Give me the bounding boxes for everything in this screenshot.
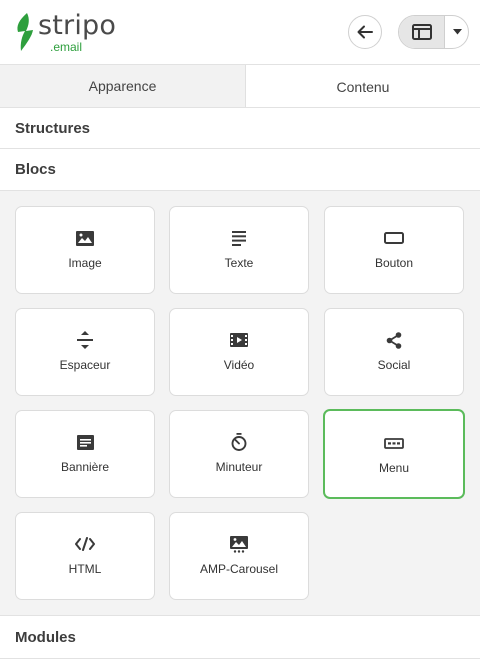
block-image[interactable]: Image — [15, 206, 155, 294]
block-label: Bannière — [60, 460, 110, 474]
block-html[interactable]: HTML — [15, 512, 155, 600]
logo-subtext: .email — [50, 40, 83, 54]
spacer-icon — [77, 331, 93, 349]
block-label: HTML — [68, 562, 102, 576]
block-label: AMP-Carousel — [199, 562, 279, 576]
block-social[interactable]: Social — [324, 308, 464, 396]
block-amp-carousel[interactable]: AMP-Carousel — [169, 512, 309, 600]
back-button[interactable] — [348, 15, 382, 49]
block-menu[interactable]: Menu — [323, 409, 465, 499]
image-icon — [76, 230, 94, 246]
block-texte[interactable]: Texte — [169, 206, 309, 294]
block-espaceur[interactable]: Espaceur — [15, 308, 155, 396]
block-label: Minuteur — [215, 460, 263, 474]
tab-apparence[interactable]: Apparence — [0, 65, 246, 108]
section-blocs[interactable]: Blocs — [0, 149, 480, 191]
section-structures[interactable]: Structures — [0, 107, 480, 149]
block-bouton[interactable]: Bouton — [324, 206, 464, 294]
header: stripo .email — [0, 0, 480, 64]
tab-contenu[interactable]: Contenu — [246, 65, 480, 108]
video-icon — [230, 333, 248, 347]
panel-tabs: Apparence Contenu — [0, 64, 480, 108]
share-icon — [386, 331, 402, 349]
block-label: Espaceur — [59, 358, 111, 372]
text-lines-icon — [232, 230, 246, 246]
block-label: Image — [68, 256, 102, 270]
block-label: Social — [377, 358, 411, 372]
banner-icon — [76, 434, 94, 450]
timer-icon — [231, 433, 247, 451]
layout-toggle-button[interactable] — [399, 16, 445, 48]
block-label: Texte — [224, 256, 254, 270]
carousel-icon — [230, 535, 248, 553]
block-minuteur[interactable]: Minuteur — [169, 410, 309, 498]
section-modules[interactable]: Modules — [0, 615, 480, 659]
block-label: Menu — [378, 461, 410, 475]
stripo-logo[interactable]: stripo .email — [14, 10, 124, 54]
block-video[interactable]: Vidéo — [169, 308, 309, 396]
logo-wordmark: stripo — [38, 10, 117, 41]
panel-layout-icon — [411, 24, 432, 40]
button-icon — [384, 232, 404, 244]
layout-switcher — [398, 15, 469, 49]
block-label: Bouton — [374, 256, 414, 270]
stripo-leaf-icon — [17, 13, 33, 51]
caret-down-icon — [452, 29, 462, 35]
menu-icon — [384, 437, 404, 449]
blocks-grid: Image Texte Bouton Espaceur Vidéo Social… — [0, 191, 480, 615]
layout-dropdown-button[interactable] — [445, 16, 468, 48]
block-banniere[interactable]: Bannière — [15, 410, 155, 498]
block-label: Vidéo — [223, 358, 255, 372]
arrow-left-icon — [357, 25, 373, 39]
code-icon — [75, 537, 95, 551]
